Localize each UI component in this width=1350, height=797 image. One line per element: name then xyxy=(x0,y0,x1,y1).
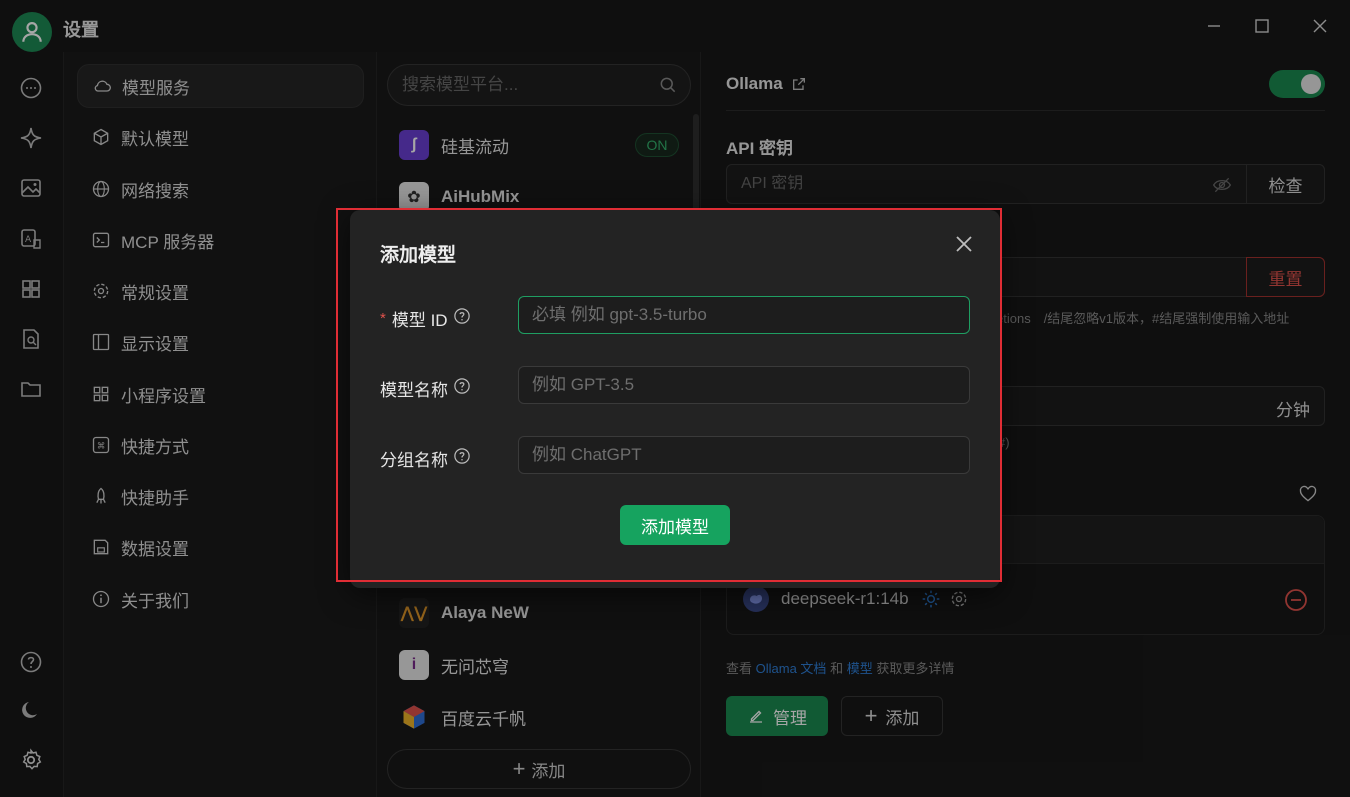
highlight-frame xyxy=(336,208,1002,582)
